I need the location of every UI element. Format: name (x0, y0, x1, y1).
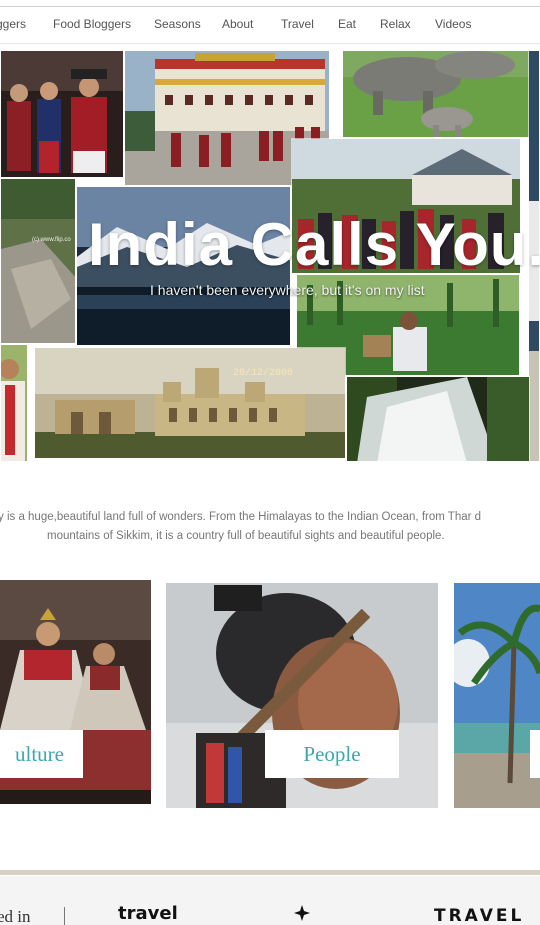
nav-item-eat[interactable]: Eat (338, 17, 356, 31)
photo-date-stamp: 20/12/2008 (233, 368, 294, 379)
featured-in-text: ed in (0, 907, 31, 925)
photo-palace (34, 347, 346, 459)
intro-line-1: y is a huge,beautiful land full of wonde… (0, 511, 482, 523)
top-border (0, 0, 540, 7)
press-logo-travel[interactable]: travel (118, 903, 178, 924)
photo-rhino (342, 50, 530, 138)
nav-item-travel[interactable]: Travel (281, 17, 314, 31)
nav-item-food-bloggers[interactable]: Food Bloggers (53, 17, 131, 31)
photo-watermark: (c) www.flip.co (32, 237, 71, 243)
top-nav: ggers Food Bloggers Seasons About Travel… (0, 7, 540, 44)
nav-item-seasons[interactable]: Seasons (154, 17, 201, 31)
photo-traditional-dress (0, 50, 124, 178)
photo-woman-saree (0, 344, 28, 462)
hero-collage: (c) www.flip.co 20/12/2008 India Calls Y… (0, 50, 540, 462)
card-relax-image (454, 583, 540, 808)
nav-item-videos[interactable]: Videos (435, 17, 471, 31)
section-divider (0, 870, 540, 875)
airplane-icon[interactable] (293, 904, 311, 925)
card-culture-label[interactable]: ulture (0, 730, 83, 778)
card-relax-label[interactable] (530, 730, 540, 778)
nav-item-bloggers[interactable]: ggers (0, 17, 26, 31)
card-people-label[interactable]: People (265, 730, 399, 778)
intro-line-2: mountains of Sikkim, it is a country ful… (47, 530, 445, 542)
press-strip: ed in travel TRAVEL (0, 876, 540, 925)
nav-item-relax[interactable]: Relax (380, 17, 411, 31)
photo-cliff (0, 178, 76, 344)
press-divider (64, 907, 65, 925)
photo-waterfall (346, 376, 530, 462)
press-logo-travel-caps[interactable]: TRAVEL (434, 906, 524, 925)
hero-title: India Calls You. (88, 211, 540, 278)
card-people[interactable]: People (166, 583, 438, 808)
card-relax[interactable] (454, 583, 540, 808)
card-culture[interactable]: ulture (0, 580, 151, 804)
hero-subtitle: I haven't been everywhere, but it's on m… (150, 282, 425, 298)
nav-item-about[interactable]: About (222, 17, 253, 31)
